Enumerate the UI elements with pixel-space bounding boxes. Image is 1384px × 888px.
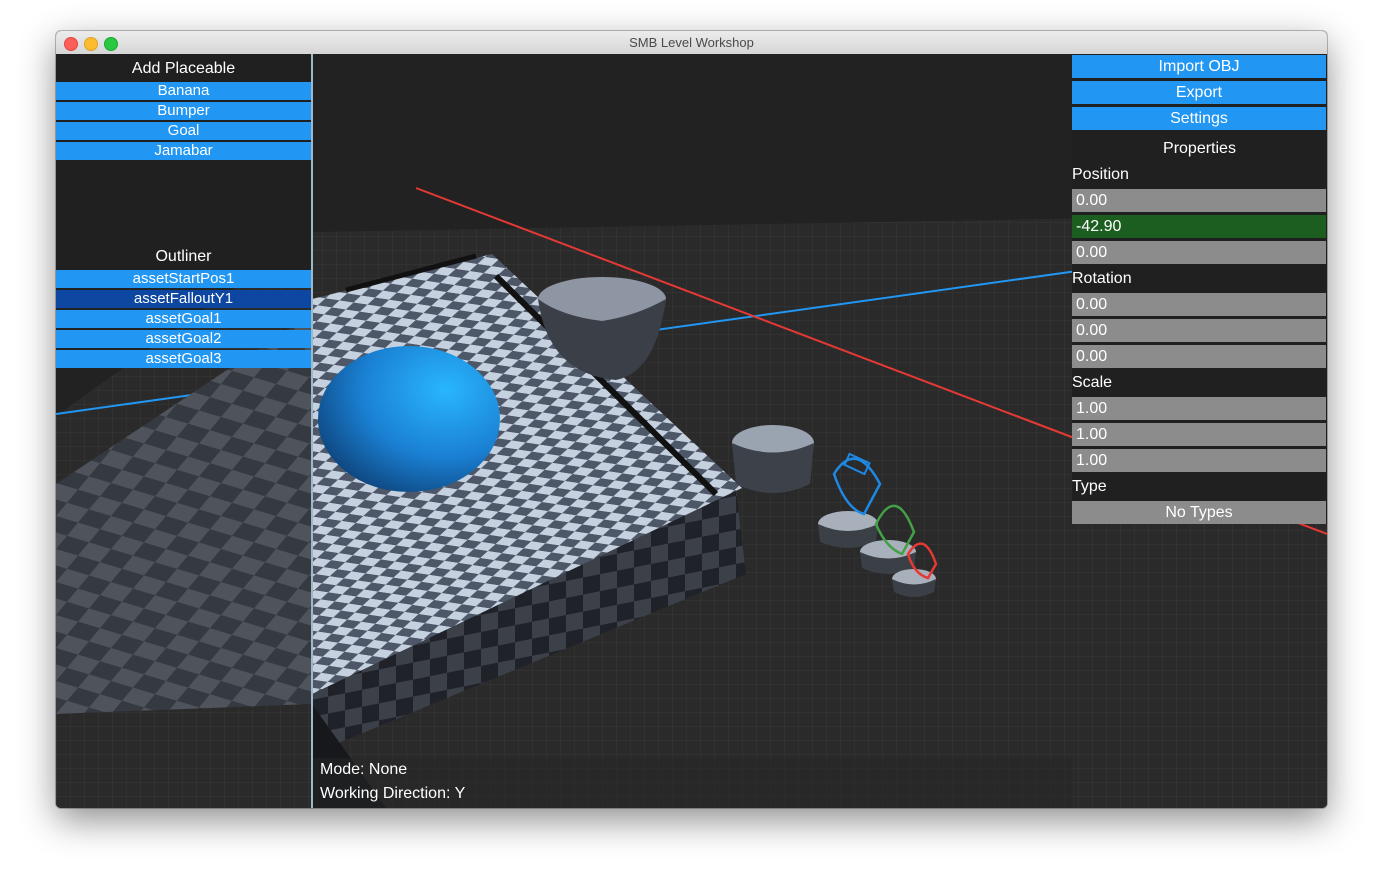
outliner-item-selected[interactable]: assetFalloutY1: [56, 290, 311, 308]
rotation-z-field[interactable]: 0.00: [1072, 345, 1326, 368]
working-direction-status: Working Direction: Y: [320, 785, 466, 802]
properties-title: Properties: [1163, 140, 1236, 157]
add-goal-button[interactable]: Goal: [56, 122, 311, 140]
app-content: Add Placeable Banana Bumper Goal Jamabar…: [56, 54, 1327, 808]
mode-status: Mode: None: [320, 761, 408, 778]
outliner-title: Outliner: [155, 248, 212, 265]
type-label: Type: [1072, 478, 1107, 495]
add-banana-button[interactable]: Banana: [56, 82, 311, 100]
outliner-item[interactable]: assetGoal3: [56, 350, 311, 368]
outliner-item[interactable]: assetStartPos1: [56, 270, 311, 288]
position-y-field[interactable]: -42.90: [1072, 215, 1326, 238]
settings-button[interactable]: Settings: [1072, 107, 1326, 130]
position-label: Position: [1072, 166, 1129, 183]
right-panel: Import OBJ Export Settings Properties Po…: [1072, 54, 1327, 808]
export-button[interactable]: Export: [1072, 81, 1326, 104]
add-bumper-button[interactable]: Bumper: [56, 102, 311, 120]
player-ball[interactable]: [318, 346, 500, 492]
import-obj-button[interactable]: Import OBJ: [1072, 55, 1326, 78]
scale-z-field[interactable]: 1.00: [1072, 449, 1326, 472]
app-window: SMB Level Workshop Add Placeable Banana …: [56, 31, 1327, 808]
title-bar: SMB Level Workshop: [56, 31, 1327, 55]
add-jamabar-button[interactable]: Jamabar: [56, 142, 311, 160]
scale-label: Scale: [1072, 374, 1113, 391]
position-x-field[interactable]: 0.00: [1072, 189, 1326, 212]
type-select[interactable]: No Types: [1072, 501, 1326, 524]
outliner-item[interactable]: assetGoal1: [56, 310, 311, 328]
rotation-x-field[interactable]: 0.00: [1072, 293, 1326, 316]
position-z-field[interactable]: 0.00: [1072, 241, 1326, 264]
scale-x-field[interactable]: 1.00: [1072, 397, 1326, 420]
left-panel: Add Placeable Banana Bumper Goal Jamabar…: [56, 54, 313, 808]
window-title: SMB Level Workshop: [629, 35, 754, 50]
add-placeable-title: Add Placeable: [131, 60, 236, 77]
outliner-item[interactable]: assetGoal2: [56, 330, 311, 348]
rotation-label: Rotation: [1072, 270, 1132, 287]
scale-y-field[interactable]: 1.00: [1072, 423, 1326, 446]
rotation-y-field[interactable]: 0.00: [1072, 319, 1326, 342]
